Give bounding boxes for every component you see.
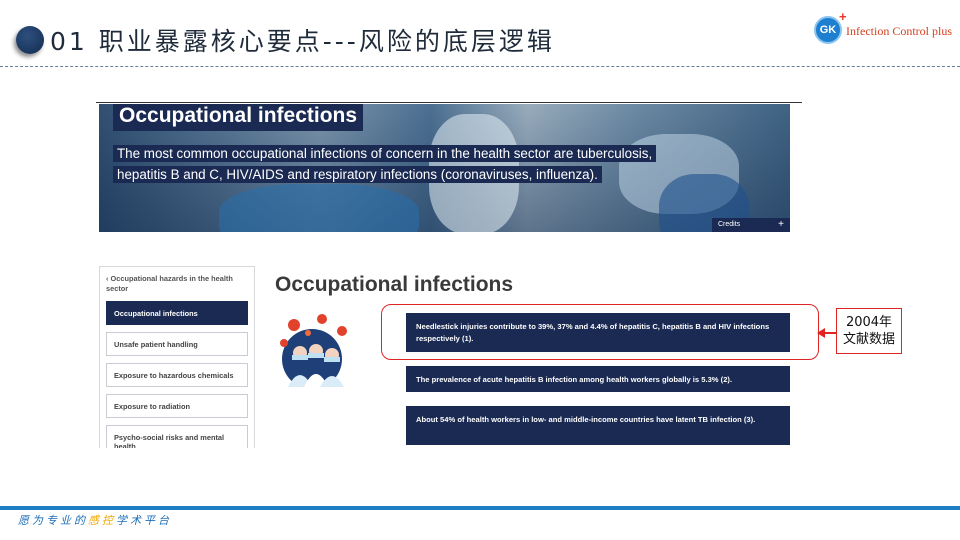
slide-title: 01 职业暴露核心要点---风险的底层逻辑 — [50, 27, 555, 56]
hero-title: Occupational infections — [113, 104, 364, 131]
plus-icon: + — [839, 9, 847, 24]
annotation-label: 文献数据 — [842, 332, 895, 347]
hero-banner: Occupational infections The most common … — [99, 104, 790, 232]
callout-arrow-head-icon — [817, 328, 825, 338]
health-workers-virus-illustration-icon — [280, 314, 347, 387]
brand-name: Infection Control plus — [846, 24, 952, 38]
gk-logo-icon: GK — [814, 16, 842, 44]
page-title: Occupational infections — [275, 273, 514, 296]
fact-card-hepatitis-b: The prevalence of acute hepatitis B infe… — [406, 366, 790, 392]
sidebar-item-radiation[interactable]: Exposure to radiation — [106, 394, 248, 418]
header-divider — [0, 66, 960, 67]
footer-slogan: 愿为专业的感控学术平台 — [18, 512, 172, 528]
annotation-callout: 2004年 文献数据 — [836, 308, 902, 354]
sidebar-item-hazardous-chemicals[interactable]: Exposure to hazardous chemicals — [106, 363, 248, 387]
expand-plus-icon: + — [778, 219, 784, 230]
hero-description: The most common occupational infections … — [113, 144, 683, 185]
fact-card-latent-tb: About 54% of health workers in low- and … — [406, 406, 790, 445]
sidebar-item-unsafe-patient-handling[interactable]: Unsafe patient handling — [106, 332, 248, 356]
credits-label: Credits — [718, 221, 741, 228]
title-bullet-dot — [16, 26, 44, 54]
sidebar-back-link[interactable]: ‹ Occupational hazards in the health sec… — [106, 274, 246, 294]
hero-description-text: The most common occupational infections … — [113, 145, 657, 183]
credits-button[interactable]: Credits + — [712, 218, 790, 232]
sidebar-item-psycho-social[interactable]: Psycho-social risks and mental health — [106, 425, 248, 448]
sidebar-item-occupational-infections[interactable]: Occupational infections — [106, 301, 248, 325]
footer-slogan-part1: 愿为专业的 — [18, 514, 88, 527]
screenshot-top-border — [96, 102, 802, 103]
annotation-year: 2004年 — [845, 315, 893, 330]
sidebar-back-label: Occupational hazards in the health secto… — [106, 274, 233, 293]
footer-divider — [0, 506, 960, 510]
highlight-outline — [381, 304, 819, 360]
hero-photo-shape — [219, 184, 419, 232]
footer-slogan-part2: 学术平台 — [116, 514, 172, 527]
brand-logo-block: GK + Infection Control plus — [814, 9, 954, 48]
footer-slogan-highlight: 感控 — [88, 514, 116, 527]
sidebar-nav: ‹ Occupational hazards in the health sec… — [99, 266, 255, 448]
